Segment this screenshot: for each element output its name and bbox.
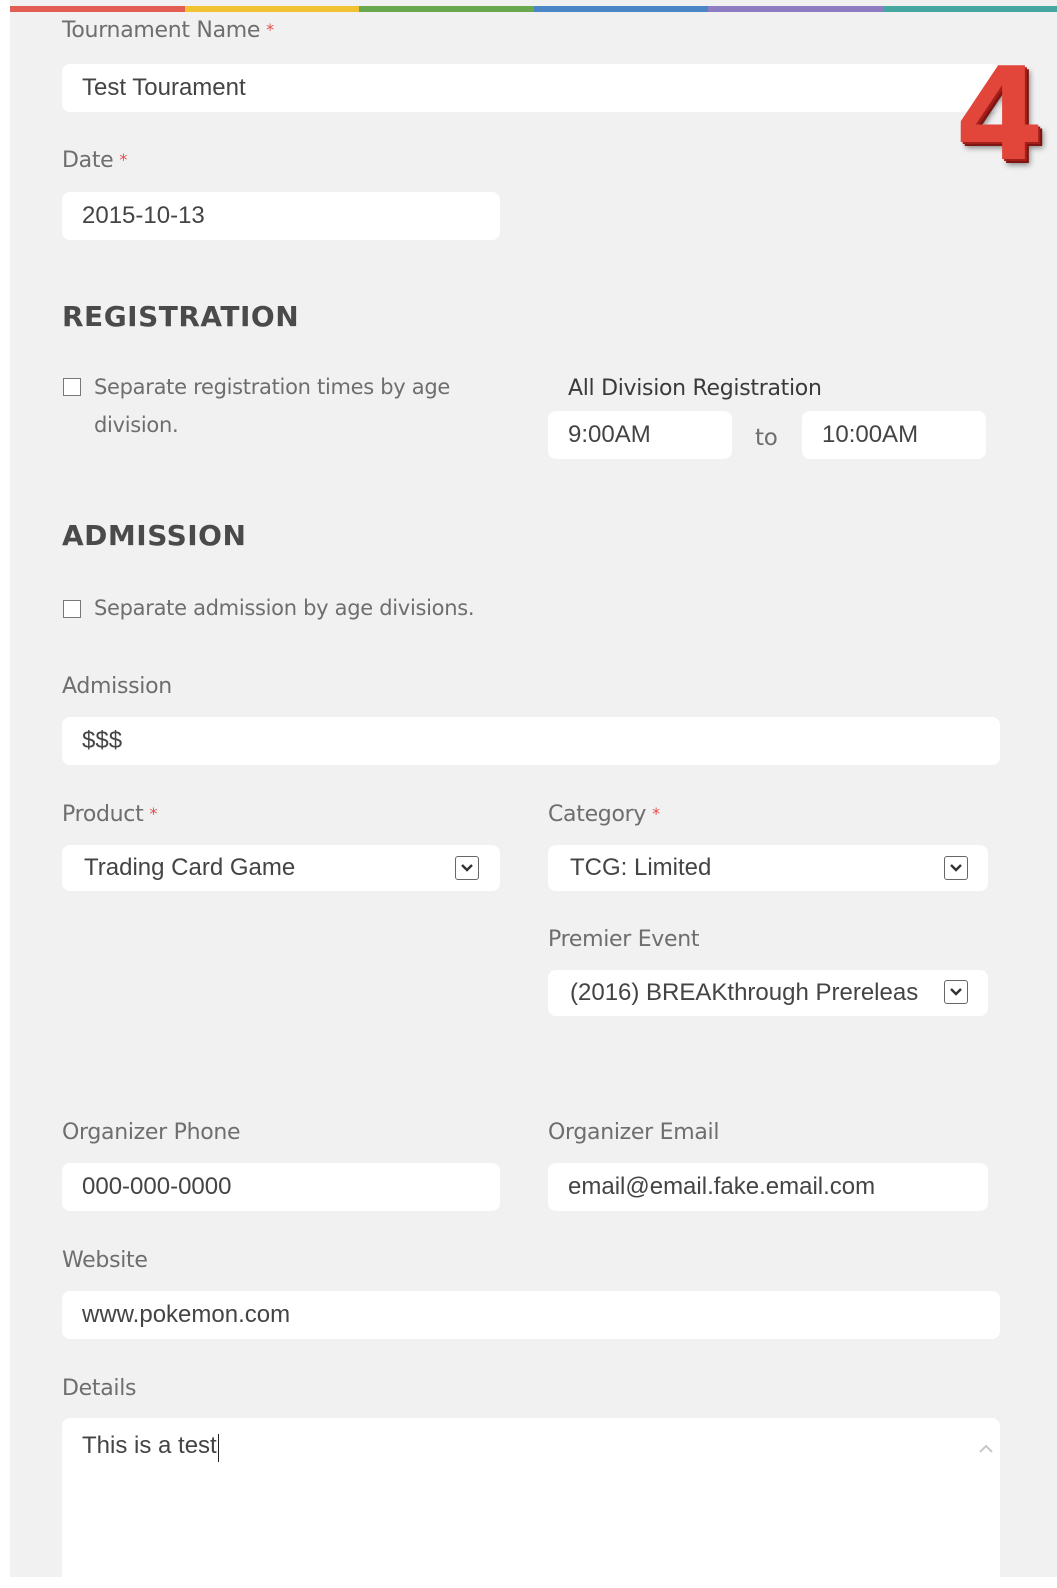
premier-event-select[interactable]: (2016) BREAKthrough Prereleas xyxy=(548,970,988,1016)
registration-start-time-input[interactable]: 9:00AM xyxy=(548,411,732,459)
admission-label: Admission xyxy=(62,674,172,699)
chevron-up-icon xyxy=(975,1438,997,1460)
required-marker: * xyxy=(119,150,127,169)
all-division-registration-label: All Division Registration xyxy=(568,376,822,401)
premier-event-dropdown-arrow[interactable] xyxy=(944,980,968,1004)
date-value: 2015-10-13 xyxy=(82,204,205,228)
top-color-stripe xyxy=(10,6,1057,12)
registration-end-time-value: 10:00AM xyxy=(822,423,918,447)
product-value: Trading Card Game xyxy=(84,856,295,880)
registration-start-time-value: 9:00AM xyxy=(568,423,651,447)
chevron-down-icon xyxy=(460,863,474,873)
tournament-name-input[interactable]: Test Tourament xyxy=(62,64,1000,112)
separate-registration-line1: Separate registration times by age xyxy=(94,368,474,406)
details-label: Details xyxy=(62,1376,136,1401)
website-input[interactable]: www.pokemon.com xyxy=(62,1291,1000,1339)
required-marker: * xyxy=(149,804,157,823)
stripe-yellow xyxy=(185,6,360,12)
separate-admission-checkbox[interactable] xyxy=(63,600,81,618)
stripe-purple xyxy=(708,6,883,12)
date-label-text: Date xyxy=(62,148,113,173)
organizer-email-input[interactable]: email@email.fake.email.com xyxy=(548,1163,988,1211)
registration-heading: REGISTRATION xyxy=(62,300,299,333)
separate-admission-label: Separate admission by age divisions. xyxy=(94,589,474,627)
required-marker: * xyxy=(652,804,660,823)
organizer-email-label: Organizer Email xyxy=(548,1120,719,1145)
category-value: TCG: Limited xyxy=(570,856,711,880)
details-value: This is a test xyxy=(82,1434,217,1458)
stripe-green xyxy=(359,6,534,12)
details-textarea[interactable]: This is a test xyxy=(62,1418,1000,1588)
date-label: Date * xyxy=(62,148,127,173)
chevron-down-icon xyxy=(949,987,963,997)
category-label-text: Category xyxy=(548,802,646,827)
tournament-name-label: Tournament Name * xyxy=(62,18,274,43)
to-label: to xyxy=(755,425,778,451)
admission-value: $$$ xyxy=(82,729,122,753)
stripe-red xyxy=(10,6,185,12)
separate-registration-label: Separate registration times by age divis… xyxy=(94,368,474,444)
website-label: Website xyxy=(62,1248,148,1273)
product-dropdown-arrow[interactable] xyxy=(455,856,479,880)
product-label-text: Product xyxy=(62,802,143,827)
stripe-teal xyxy=(883,6,1057,12)
website-value: www.pokemon.com xyxy=(82,1303,290,1327)
separate-registration-line2: division. xyxy=(94,406,474,444)
date-input[interactable]: 2015-10-13 xyxy=(62,192,500,240)
organizer-phone-value: 000-000-0000 xyxy=(82,1175,231,1199)
tournament-name-label-text: Tournament Name xyxy=(62,18,260,43)
product-label: Product * xyxy=(62,802,157,827)
admission-input[interactable]: $$$ xyxy=(62,717,1000,765)
admission-heading: ADMISSION xyxy=(62,519,246,552)
premier-event-value: (2016) BREAKthrough Prereleas xyxy=(570,981,918,1005)
chevron-down-icon xyxy=(949,863,963,873)
organizer-phone-label: Organizer Phone xyxy=(62,1120,240,1145)
separate-registration-checkbox[interactable] xyxy=(63,378,81,396)
registration-end-time-input[interactable]: 10:00AM xyxy=(802,411,986,459)
category-dropdown-arrow[interactable] xyxy=(944,856,968,880)
stripe-blue xyxy=(534,6,709,12)
organizer-email-value: email@email.fake.email.com xyxy=(568,1175,875,1199)
category-select[interactable]: TCG: Limited xyxy=(548,845,988,891)
category-label: Category * xyxy=(548,802,660,827)
organizer-phone-input[interactable]: 000-000-0000 xyxy=(62,1163,500,1211)
required-marker: * xyxy=(266,20,274,39)
text-cursor xyxy=(218,1434,220,1462)
product-select[interactable]: Trading Card Game xyxy=(62,845,500,891)
step-number-badge: 4 xyxy=(955,52,1044,180)
tournament-name-value: Test Tourament xyxy=(82,76,246,100)
details-scroll-up-arrow[interactable] xyxy=(975,1438,997,1460)
premier-event-label: Premier Event xyxy=(548,927,699,952)
